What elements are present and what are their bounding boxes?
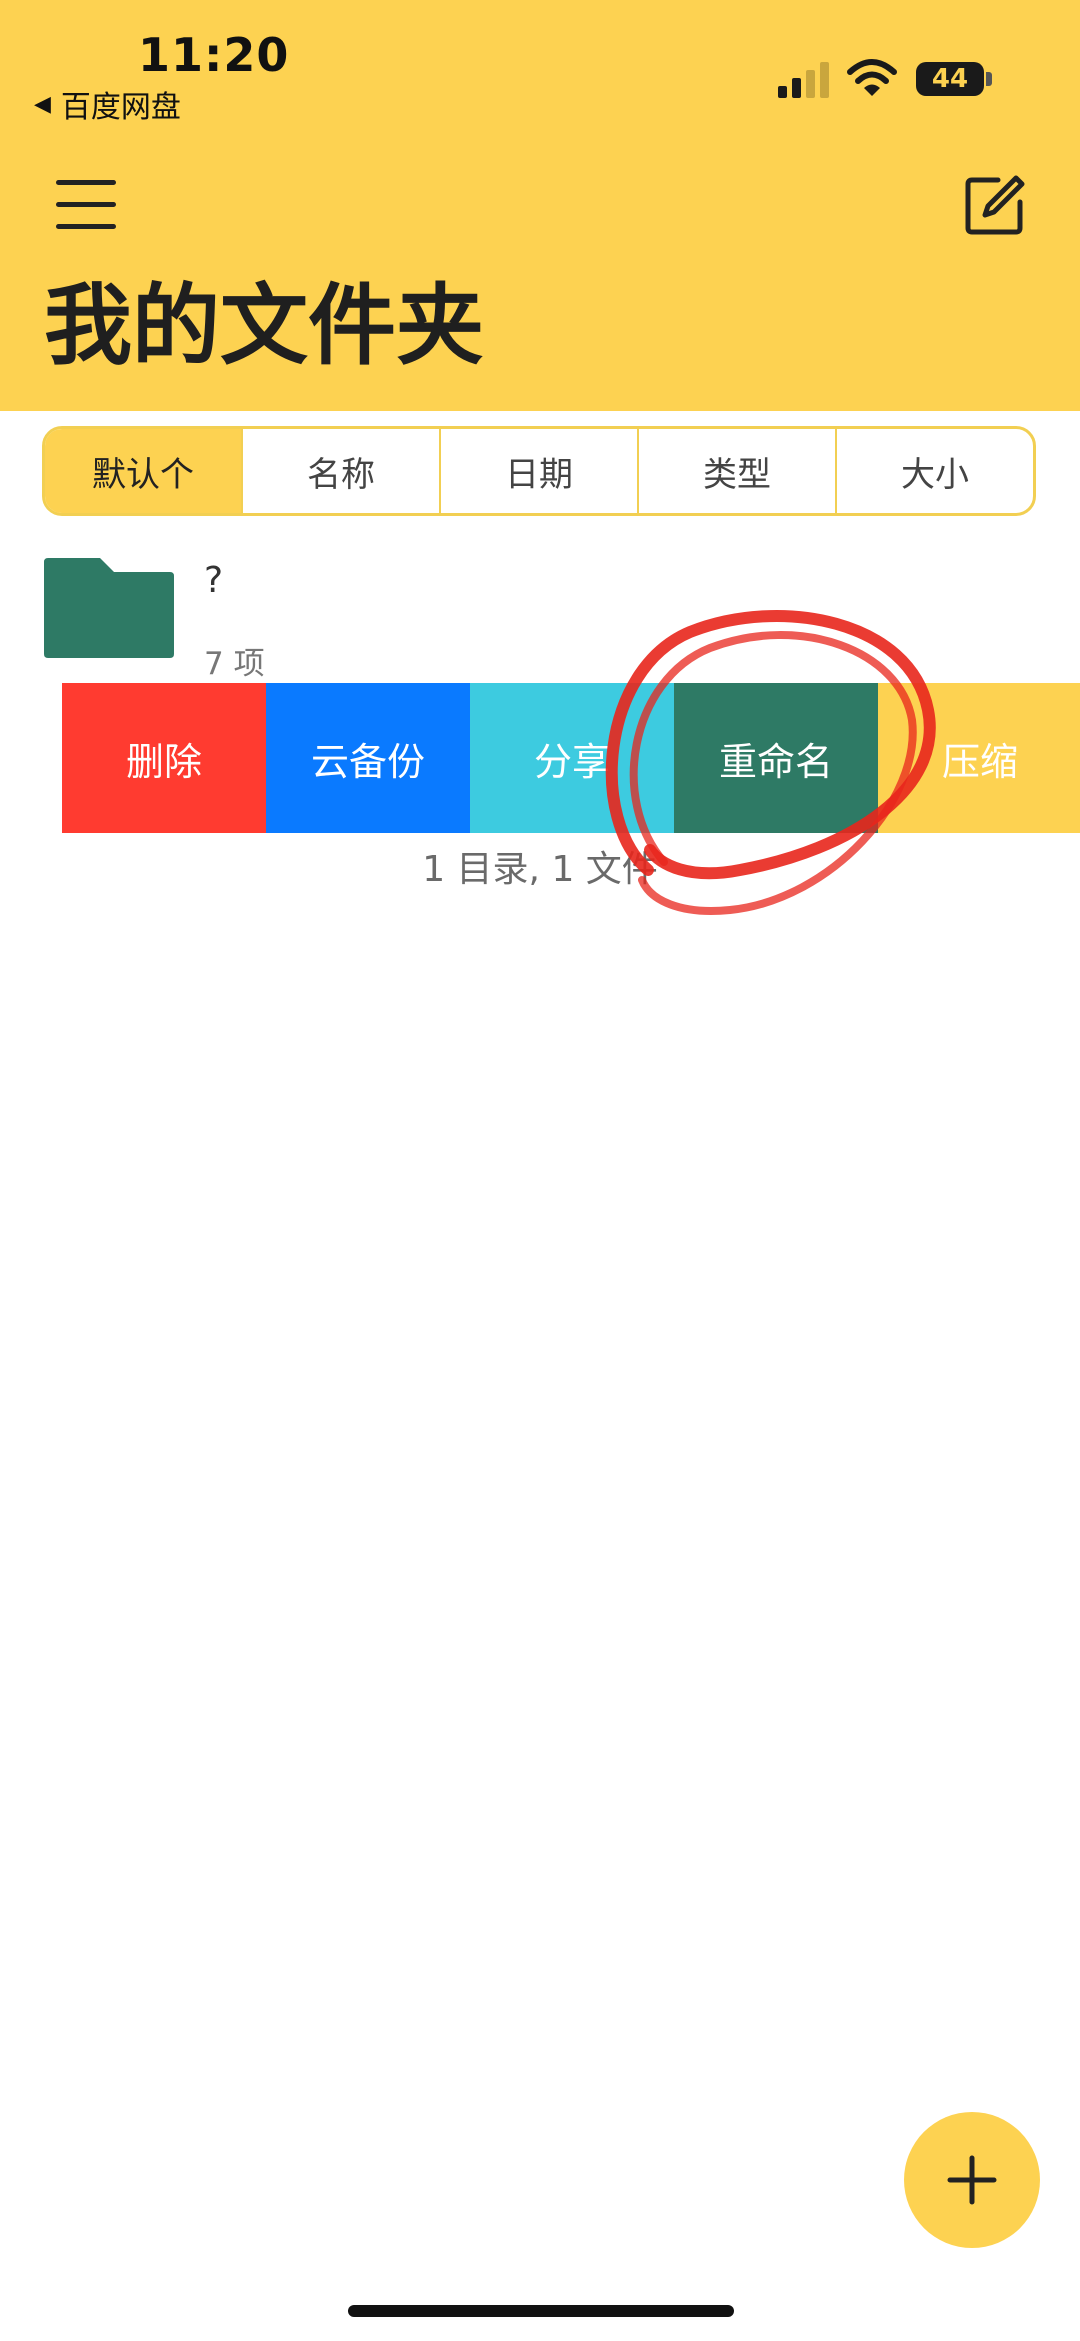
plus-icon (947, 2155, 997, 2205)
compress-button[interactable]: 压缩 (878, 683, 1080, 833)
directory-summary: 1 目录, 1 文件 (422, 849, 658, 890)
rename-button[interactable]: 重命名 (674, 683, 878, 833)
sort-default[interactable]: 默认个 (45, 429, 243, 513)
sort-size[interactable]: 大小 (837, 429, 1033, 513)
status-time: 11:20 (138, 28, 290, 82)
sort-type[interactable]: 类型 (639, 429, 837, 513)
sort-date[interactable]: 日期 (441, 429, 639, 513)
battery-cap (986, 72, 992, 86)
add-button[interactable] (904, 2112, 1040, 2248)
folder-list-item[interactable]: ? 7 项 (0, 542, 1080, 682)
sort-name[interactable]: 名称 (243, 429, 441, 513)
header: 11:20 ◀ 百度网盘 44 我的文件夹 (0, 0, 1080, 411)
swipe-actions: 删除 云备份 分享 重命名 压缩 (62, 683, 1080, 833)
home-indicator[interactable] (348, 2305, 734, 2317)
share-button[interactable]: 分享 (470, 683, 674, 833)
folder-item-count: 7 项 (204, 646, 265, 682)
folder-icon (44, 558, 174, 658)
sort-segmented-control: 默认个 名称 日期 类型 大小 (42, 426, 1036, 516)
menu-button[interactable] (56, 180, 116, 232)
edit-icon[interactable] (962, 174, 1026, 238)
delete-button[interactable]: 删除 (62, 683, 266, 833)
cloud-backup-button[interactable]: 云备份 (266, 683, 470, 833)
battery-icon: 44 (916, 62, 984, 96)
sort-default-suffix: 个 (160, 454, 194, 495)
back-triangle-icon: ◀ (34, 91, 51, 117)
signal-icon (778, 62, 829, 98)
back-to-app-link[interactable]: ◀ 百度网盘 (34, 82, 181, 126)
folder-name: ? (204, 560, 224, 601)
back-app-label: 百度网盘 (60, 90, 181, 125)
wifi-icon (847, 59, 897, 96)
menu-icon (56, 180, 116, 229)
sort-default-label: 默认 (92, 454, 160, 495)
page-title: 我的文件夹 (44, 274, 485, 377)
